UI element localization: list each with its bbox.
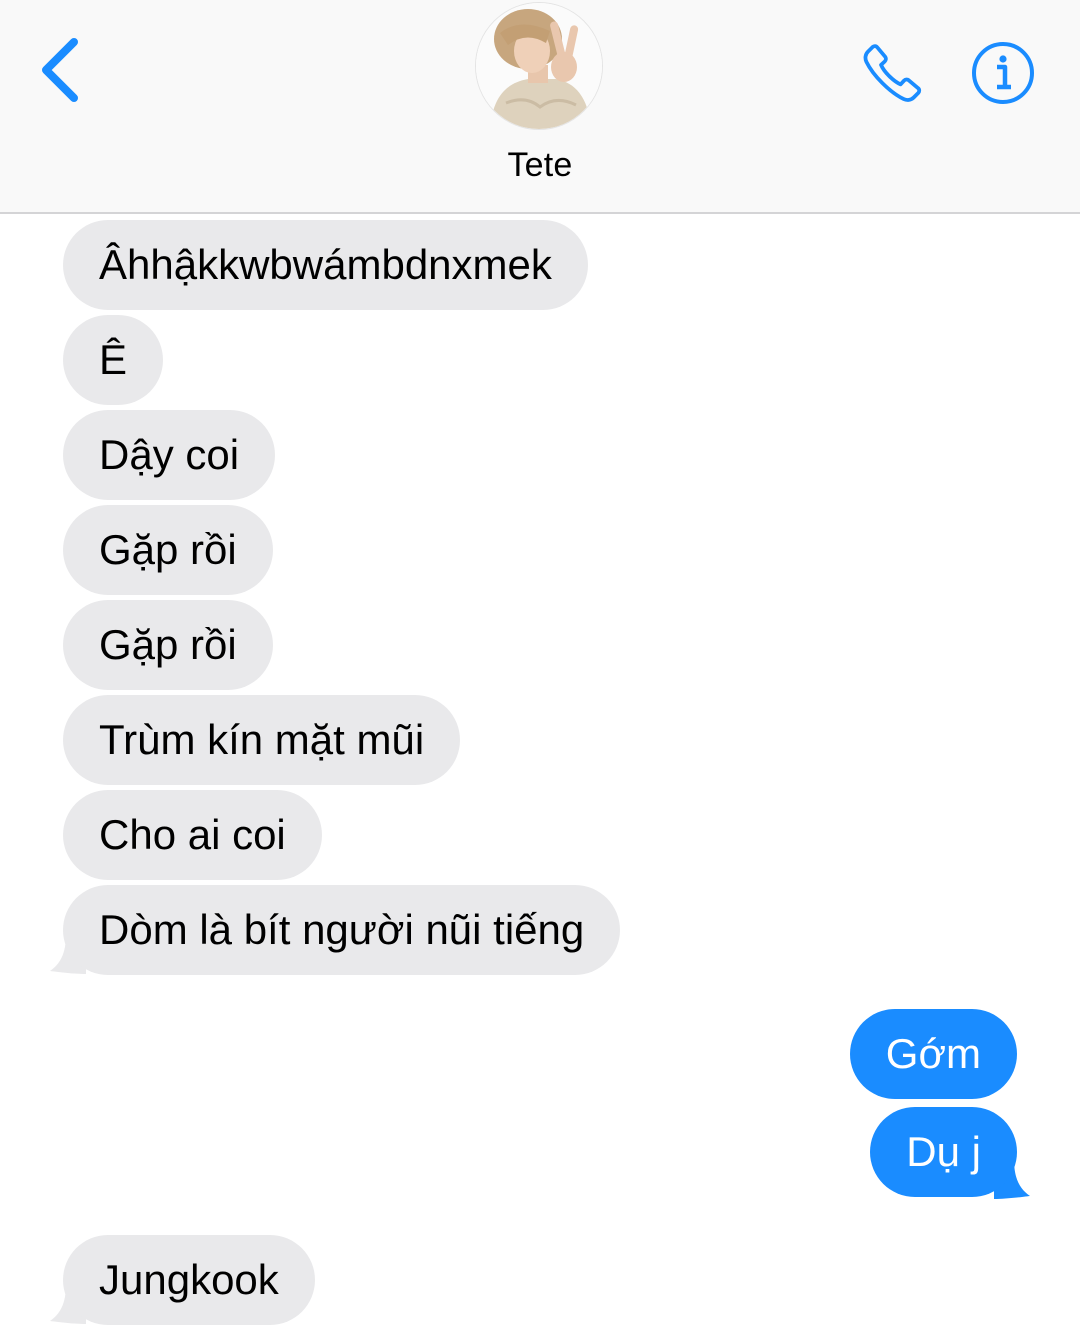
message-text: Jungkook bbox=[99, 1256, 279, 1303]
message-text: Gớm bbox=[885, 1030, 981, 1077]
message-text: Dòm là bít người nũi tiếng bbox=[99, 906, 585, 953]
incoming-message-bubble[interactable]: Cho ai coi bbox=[63, 790, 322, 880]
contact-name[interactable]: Tete bbox=[380, 146, 700, 186]
conversation-header: Tete bbox=[0, 0, 1080, 214]
incoming-message-bubble[interactable]: Âhhậkkwbwámbdnxmek bbox=[63, 220, 588, 310]
chevron-left-icon bbox=[42, 38, 78, 102]
call-button[interactable] bbox=[858, 38, 928, 108]
info-icon bbox=[972, 42, 1034, 104]
message-text: Gặp rồi bbox=[99, 621, 237, 668]
incoming-message-bubble[interactable]: Jungkook bbox=[63, 1235, 315, 1325]
message-text: Âhhậkkwbwámbdnxmek bbox=[99, 241, 552, 288]
incoming-message-bubble[interactable]: Dậy coi bbox=[63, 410, 276, 500]
incoming-message-bubble[interactable]: Gặp rồi bbox=[63, 505, 273, 595]
details-button[interactable] bbox=[970, 40, 1036, 106]
message-text: Gặp rồi bbox=[99, 526, 237, 573]
phone-icon bbox=[863, 44, 922, 102]
incoming-message-bubble[interactable]: Gặp rồi bbox=[63, 600, 273, 690]
incoming-message-bubble[interactable]: Dòm là bít người nũi tiếng bbox=[63, 885, 621, 975]
message-text: Dụ j bbox=[906, 1128, 981, 1175]
outgoing-message-bubble[interactable]: Dụ j bbox=[870, 1107, 1017, 1197]
back-button[interactable] bbox=[30, 32, 90, 104]
message-text: Cho ai coi bbox=[99, 811, 286, 858]
message-text: Trùm kín mặt mũi bbox=[99, 716, 425, 763]
outgoing-message-bubble[interactable]: Gớm bbox=[849, 1009, 1017, 1099]
incoming-message-bubble[interactable]: Ê bbox=[63, 315, 164, 405]
message-text: Ê bbox=[99, 336, 128, 383]
avatar-photo bbox=[476, 3, 602, 129]
message-text: Dậy coi bbox=[99, 431, 240, 478]
message-thread[interactable]: Âhhậkkwbwámbdnxmek Ê Dậy coi Gặp rồi Gặp… bbox=[0, 216, 1080, 1344]
contact-avatar[interactable] bbox=[475, 2, 603, 130]
incoming-message-bubble[interactable]: Trùm kín mặt mũi bbox=[63, 695, 461, 785]
